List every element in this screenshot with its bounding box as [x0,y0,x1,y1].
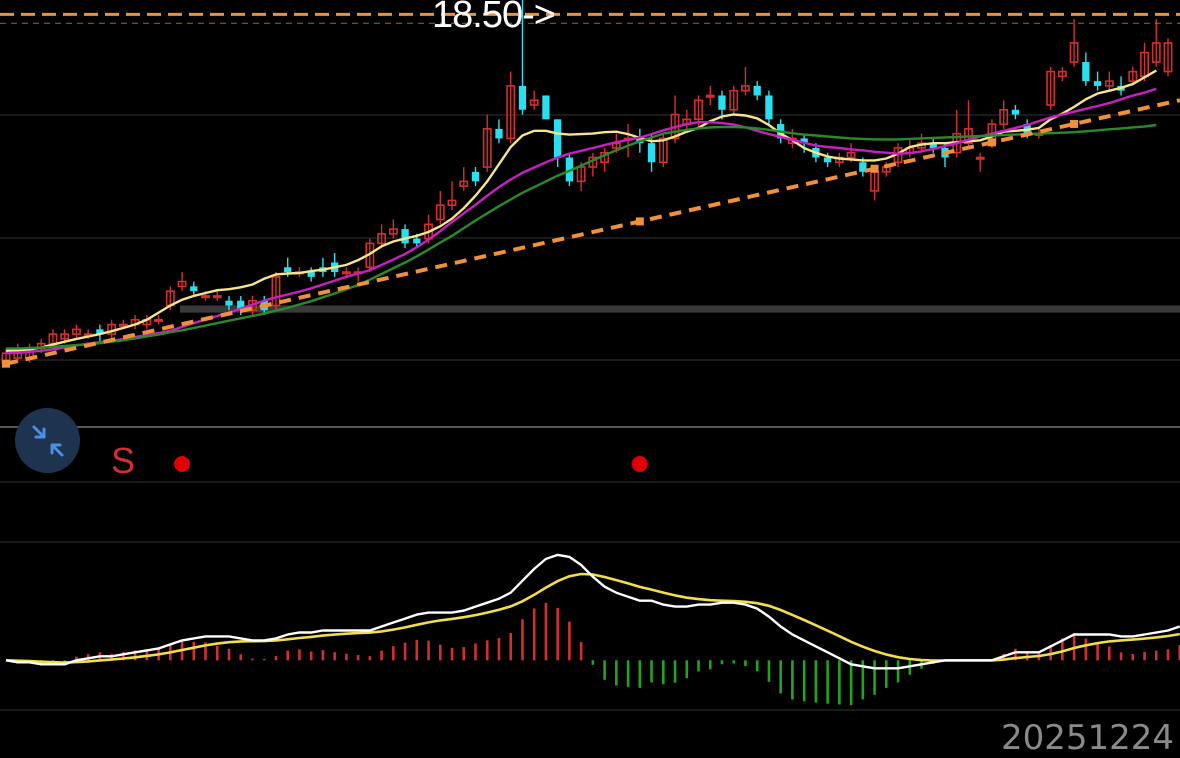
candle-23 [271,272,281,311]
candle-64 [753,81,761,101]
candle-39 [459,167,469,191]
candle-90 [1057,66,1067,82]
candle-37 [435,190,445,225]
candle-body [471,171,480,182]
candle-body [118,323,128,327]
signal-dot-0 [174,456,191,472]
candle-33 [388,219,398,239]
candle-41 [482,114,492,172]
collapse-arrows-icon [32,425,63,456]
candle-59 [694,95,703,129]
trendline-node-0 [2,359,10,368]
candle-62 [729,85,739,115]
candle-body [307,272,315,277]
candle-body [705,94,715,98]
candle-body [190,286,198,292]
candle-43 [506,71,516,144]
candle-body [1082,62,1090,82]
candle-body [225,300,233,306]
candle-15 [177,272,187,292]
support-band-rect [180,305,1180,313]
candle-86 [1011,105,1020,120]
candle-body [823,157,832,163]
candle-94 [1104,71,1114,91]
trendline-node-1 [635,217,644,226]
candle-body [212,295,222,299]
candle-28 [331,252,339,277]
candle-26 [307,267,315,282]
grid-lines [0,114,1180,711]
price-reference-label: 18.50-> [432,0,556,36]
candle-body [554,119,562,158]
candle-27 [319,257,327,277]
candle-6 [71,324,81,339]
price-reference-lines [0,12,1180,24]
candle-46 [542,95,550,120]
candle-51 [600,147,610,172]
candle-93 [1093,71,1102,91]
candle-body [1093,81,1102,86]
date-label: 20251224 [1000,718,1174,758]
candle-65 [765,90,773,125]
candle-body [201,295,210,299]
support-band [180,305,1180,313]
candle-body [1011,109,1020,115]
candle-body [975,156,985,160]
sell-signal-label: S [111,440,136,481]
candle-98 [1151,19,1161,67]
candle-body [495,128,503,139]
candle-50 [588,152,598,177]
candle-91 [1069,19,1079,67]
trendline-node-2 [870,164,879,173]
ma-mid-line [5,87,1157,355]
candle-body [753,85,761,96]
candle-83 [975,152,985,172]
candle-body [542,95,550,120]
candle-45 [529,90,539,110]
candle-63 [741,66,750,96]
candle-89 [1046,66,1056,110]
candle-body [647,143,656,163]
candle-58 [682,109,692,129]
macd-panel [5,553,1180,706]
signal-dot-1 [631,456,648,472]
candle-18 [212,291,222,301]
candle-92 [1082,52,1090,86]
candle-body [341,271,351,275]
candle-body [518,85,527,110]
trendline-dash [5,98,1180,366]
stock-chart: 18.50-> S 20251224 [0,0,1180,758]
candle-34 [401,224,409,249]
candle-body [718,95,726,110]
candle-body [765,95,773,120]
trendline-node-3 [987,138,996,147]
signal-row [174,456,648,472]
candle-body [413,238,421,244]
candle-13 [154,315,164,325]
candle-99 [1163,38,1173,77]
chart-canvas [0,0,1180,711]
candle-16 [190,281,198,296]
trendline-node-4 [1070,119,1079,128]
candle-42 [495,119,503,144]
candle-38 [447,181,457,210]
candle-47 [554,119,562,168]
candle-60 [705,85,715,105]
candle-body [401,229,409,244]
candle-11 [130,315,140,330]
candle-body [284,267,292,273]
collapse-button[interactable] [15,408,80,473]
dea-line [5,572,1180,664]
candle-body [154,318,164,323]
candle-40 [471,167,480,187]
